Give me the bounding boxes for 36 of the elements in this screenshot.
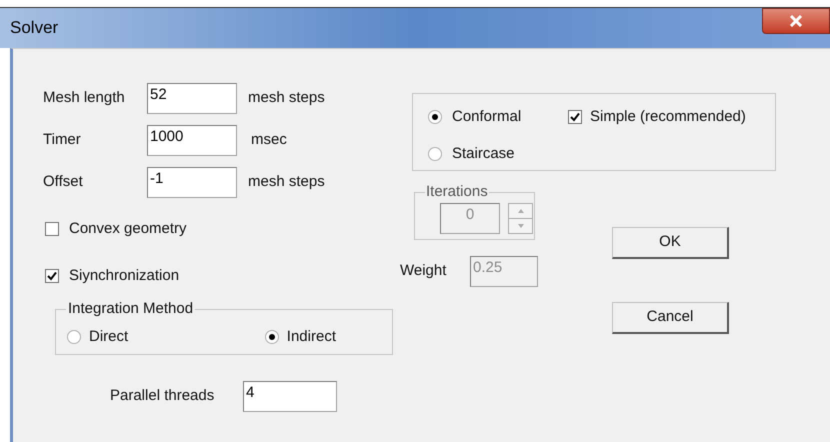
down-arrow-icon [518, 224, 524, 228]
radio-label: Staircase [452, 144, 515, 164]
checkbox-label: Siynchronization [69, 266, 180, 286]
checkbox-label: Simple (recommended) [590, 107, 746, 127]
close-icon [789, 15, 803, 27]
unit-label: mesh steps [248, 172, 325, 192]
input-field[interactable]: 4 [243, 381, 337, 412]
radio-button[interactable] [67, 330, 81, 344]
unit-label: msec [251, 130, 287, 150]
input-field[interactable]: -1 [147, 167, 237, 198]
field-label: Weight [400, 261, 448, 282]
close-button[interactable] [762, 8, 830, 34]
radio-label: Direct [89, 326, 128, 346]
input-field[interactable]: 52 [147, 83, 237, 114]
window-title: Solver [10, 17, 58, 40]
checkbox-label: Convex geometry [69, 219, 187, 239]
radio-button[interactable] [428, 146, 442, 161]
group-title: Integration Method [66, 300, 196, 318]
input-field[interactable]: 1000 [147, 125, 237, 156]
checkbox[interactable] [45, 268, 59, 283]
unit-label: mesh steps [248, 88, 325, 108]
checkbox[interactable] [45, 222, 59, 236]
radio-label: Indirect [286, 326, 336, 346]
radio-label: Conformal [452, 107, 522, 127]
ok-button[interactable]: OK [612, 227, 729, 259]
up-arrow-icon [518, 208, 524, 212]
field-label: Parallel threads [110, 386, 216, 406]
field-label: Offset [43, 172, 84, 192]
radio-button[interactable] [264, 330, 279, 344]
field-label: Mesh length [43, 88, 126, 108]
checkmark-icon [570, 112, 580, 122]
cancel-button[interactable]: Cancel [612, 302, 729, 334]
field-label: Timer [43, 130, 82, 150]
checkbox[interactable] [568, 110, 582, 124]
checkmark-icon [47, 270, 57, 281]
radio-button[interactable] [428, 110, 442, 124]
